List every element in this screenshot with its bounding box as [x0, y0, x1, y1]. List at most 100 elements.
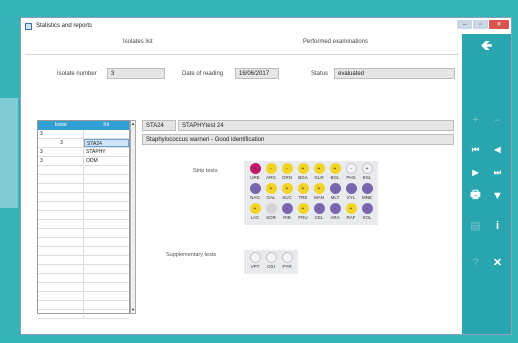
close-icon[interactable]: ✕	[487, 252, 508, 273]
test-well[interactable]: + LAC	[247, 203, 263, 223]
back-arrow-icon[interactable]: 🡸	[476, 36, 497, 57]
kit-name-field: STAPHYtest 24	[178, 120, 454, 131]
column-header-isolat[interactable]: Isolat	[38, 121, 84, 130]
status-label: Status	[311, 71, 329, 77]
well-result-indicator: +	[249, 203, 261, 214]
test-well[interactable]: - MNE	[359, 183, 375, 203]
test-well[interactable]: + GLR	[311, 163, 327, 183]
cell-kit	[84, 220, 129, 228]
test-well[interactable]: + TRE	[295, 183, 311, 203]
table-row-empty[interactable]	[38, 301, 129, 310]
test-well[interactable]: - ARG	[263, 163, 279, 183]
test-well[interactable]: - NAG	[247, 183, 263, 203]
grid-header: Isolat Kit	[38, 121, 129, 130]
cell-isolat: 3	[38, 130, 84, 138]
test-well[interactable]: + URE	[247, 163, 263, 183]
status-field[interactable]: evaluated	[334, 68, 455, 79]
table-row-empty[interactable]	[38, 193, 129, 202]
well-result-indicator: -	[361, 183, 373, 194]
test-well[interactable]: VPT	[247, 252, 263, 272]
well-result-indicator: -	[345, 183, 357, 194]
next-record-icon[interactable]: ▶	[465, 162, 486, 183]
test-well[interactable]: - XYL	[343, 183, 359, 203]
test-well[interactable]: + ESL	[359, 163, 375, 183]
supplementary-tests-label: Supplementary tests	[166, 252, 217, 258]
table-row[interactable]: 3 ODM	[38, 157, 129, 166]
app-icon	[25, 22, 32, 30]
cell-kit: STAPHY	[86, 149, 106, 155]
well-label: BGA	[298, 175, 308, 180]
test-well[interactable]: + RAF	[343, 203, 359, 223]
test-well[interactable]: + FRU	[295, 203, 311, 223]
test-well[interactable]: + MAN	[311, 183, 327, 203]
table-row-empty[interactable]	[38, 166, 129, 175]
table-row-empty[interactable]	[38, 202, 129, 211]
cell-isolat	[38, 193, 84, 201]
scroll-up-icon[interactable]: ▲	[131, 121, 135, 127]
test-well[interactable]: OXI	[263, 252, 279, 272]
window-controls: – ▫ ✕	[457, 20, 509, 29]
table-row-empty[interactable]	[38, 238, 129, 247]
table-row-empty[interactable]	[38, 265, 129, 274]
cell-kit	[84, 301, 129, 309]
previous-record-icon[interactable]: ◀	[487, 139, 508, 160]
report-icon[interactable]: ▤	[465, 215, 486, 236]
cell-isolat: 3	[38, 157, 84, 165]
column-header-kit[interactable]: Kit	[84, 121, 130, 130]
test-well[interactable]: SOR	[263, 203, 279, 223]
close-window-button[interactable]: ✕	[489, 20, 509, 29]
table-row[interactable]: 3	[38, 130, 129, 139]
add-icon[interactable]: +	[465, 109, 486, 130]
help-icon[interactable]: ?	[465, 252, 486, 273]
date-field[interactable]: 16/06/2017	[235, 68, 279, 79]
table-row-empty[interactable]	[38, 292, 129, 301]
table-row-empty[interactable]	[38, 256, 129, 265]
tab-performed-examinations[interactable]: Performed examinations	[303, 39, 368, 53]
test-well[interactable]: - CEL	[311, 203, 327, 223]
test-well[interactable]: - ORN	[279, 163, 295, 183]
table-row-empty[interactable]	[38, 310, 129, 319]
test-well[interactable]: - MLT	[327, 183, 343, 203]
table-row-selected[interactable]: 3 STA24	[38, 139, 129, 148]
well-result-indicator	[265, 252, 277, 263]
table-row[interactable]: 3 STAPHY	[38, 148, 129, 157]
first-record-icon[interactable]: ⏮	[465, 139, 486, 160]
remove-icon[interactable]: –	[487, 109, 508, 130]
cell-isolat	[38, 202, 84, 210]
table-row-empty[interactable]	[38, 229, 129, 238]
test-well[interactable]: + BGL	[327, 163, 343, 183]
scroll-down-icon[interactable]: ▼	[131, 307, 135, 313]
test-well[interactable]: - ARA	[327, 203, 343, 223]
cell-isolat	[38, 175, 84, 183]
table-row-empty[interactable]	[38, 220, 129, 229]
test-well[interactable]: + GAL	[263, 183, 279, 203]
well-label: SOR	[266, 215, 276, 220]
action-sidebar: 🡸 + – ⏮ ◀ ▶ ⏭ 🖶 ▼ ▤ i ? ✕	[462, 34, 511, 334]
table-row-empty[interactable]	[38, 274, 129, 283]
strip-row: + URE - ARG - ORN + BGA + GLR + BGL - PHS + ESL	[247, 163, 375, 183]
minimize-button[interactable]: –	[457, 20, 472, 29]
table-row-empty[interactable]	[38, 175, 129, 184]
grid-scrollbar[interactable]: ▲ ▼	[130, 120, 136, 314]
last-record-icon[interactable]: ⏭	[487, 162, 508, 183]
test-well[interactable]: + BGA	[295, 163, 311, 183]
test-well[interactable]: - RIB	[279, 203, 295, 223]
table-row-empty[interactable]	[38, 247, 129, 256]
table-row-empty[interactable]	[38, 283, 129, 292]
cell-isolat	[38, 310, 84, 318]
title-bar: Statistics and reports – ▫ ✕	[21, 18, 511, 34]
print-icon[interactable]: 🖶	[465, 185, 486, 206]
table-row-empty[interactable]	[38, 184, 129, 193]
test-well[interactable]: - PHS	[343, 163, 359, 183]
test-well[interactable]: PYR	[279, 252, 295, 272]
test-well[interactable]: - XOL	[359, 203, 375, 223]
date-label: Date of reading	[182, 71, 224, 77]
tab-isolates-list[interactable]: Isolates list	[123, 39, 153, 53]
cell-isolat	[38, 274, 84, 282]
filter-icon[interactable]: ▼	[487, 185, 508, 206]
test-well[interactable]: + SUC	[279, 183, 295, 203]
maximize-button[interactable]: ▫	[473, 20, 488, 29]
isolate-number-field[interactable]: 3	[107, 68, 165, 79]
info-icon[interactable]: i	[487, 215, 508, 236]
table-row-empty[interactable]	[38, 211, 129, 220]
